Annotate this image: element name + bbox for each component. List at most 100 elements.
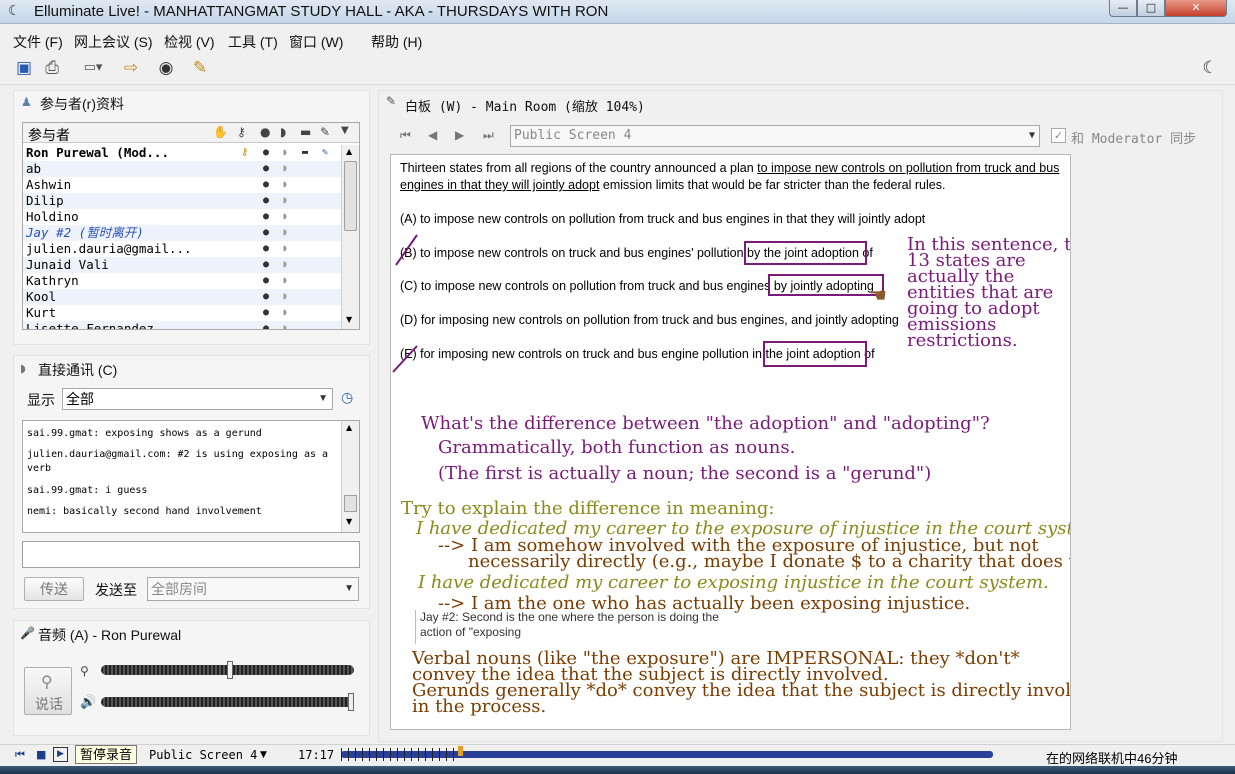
pause-recording-icon[interactable]: ▶ (53, 747, 68, 762)
raise-hand-icon[interactable]: ✋ (213, 125, 228, 139)
side-note-line: restrictions. (907, 330, 1018, 351)
webcam-icon[interactable]: ◉ (154, 56, 178, 80)
profile-icon: ● (263, 275, 270, 286)
participant-row[interactable]: ab ● ◗ (23, 161, 341, 177)
participants-scrollbar[interactable]: ▲ ▼ (341, 145, 359, 329)
close-button[interactable]: ✕ (1165, 0, 1227, 17)
previous-screen-icon[interactable]: ◀ (428, 128, 437, 142)
menu-help[interactable]: 帮助 (H) (371, 32, 422, 52)
participant-row[interactable]: Dilip ● ◗ (23, 193, 341, 209)
example-1-explanation: --> I am somehow involved with the expos… (438, 537, 1070, 571)
pasted-chat-line: action of "exposing (420, 625, 521, 639)
recording-time: 17:17 (298, 748, 335, 762)
participant-row[interactable]: Holdino ● ◗ (23, 209, 341, 225)
chat-icon: ◗ (20, 362, 26, 375)
menu-tools[interactable]: 工具 (T) (228, 32, 278, 52)
pencil-icon: ✎ (386, 94, 397, 108)
next-screen-icon[interactable]: ▶ (455, 128, 464, 142)
show-filter-value: 全部 (66, 391, 94, 407)
first-screen-icon[interactable]: ⏮ (400, 128, 411, 143)
chat-bubble-icon: ◗ (282, 179, 289, 190)
clock-icon[interactable]: ◷ (341, 390, 353, 406)
microphone-volume-slider[interactable] (101, 661, 354, 679)
options-dropdown-icon[interactable]: ▼ (341, 125, 349, 136)
show-filter-label: 显示 (27, 392, 55, 408)
stop-icon[interactable]: ■ (36, 748, 46, 761)
whiteboard-title: 白板 (W) - Main Room (缩放 104%) (405, 100, 645, 115)
show-filter-select[interactable]: 全部 ▼ (62, 388, 333, 410)
participant-name: Jay #2 (暂时离开) (26, 225, 144, 240)
pencil-icon[interactable]: ✎ (320, 125, 330, 139)
participant-row[interactable]: Jay #2 (暂时离开) ● ◗ (23, 225, 341, 241)
moderator-icon[interactable]: ⚷ (237, 125, 246, 139)
participant-row[interactable]: Kurt ● ◗ (23, 305, 341, 321)
rewind-icon[interactable]: ⏮ (15, 748, 25, 762)
menu-view[interactable]: 检视 (V) (164, 32, 215, 52)
menu-file[interactable]: 文件 (F) (13, 32, 63, 52)
notes-icon[interactable]: ✎ (188, 56, 212, 80)
mic-slider-thumb[interactable] (227, 661, 233, 679)
save-icon[interactable]: ▣ (12, 56, 36, 80)
participant-row[interactable]: Kathryn ● ◗ (23, 273, 341, 289)
profile-icon: ● (263, 179, 270, 190)
speaker-slider-thumb[interactable] (348, 693, 354, 711)
participant-name: Ashwin (26, 177, 72, 192)
recording-timeline[interactable] (341, 746, 993, 761)
send-to-value: 全部房间 (151, 581, 207, 597)
participant-name: Lisette Fernandez (26, 321, 154, 330)
chat-bubble-icon: ◗ (282, 163, 289, 174)
menu-session[interactable]: 网上会议 (S) (74, 32, 153, 52)
send-to-select[interactable]: 全部房间 ▼ (147, 577, 359, 601)
maximize-button[interactable]: □ (1137, 0, 1165, 17)
timeline-marker[interactable] (458, 746, 463, 756)
chat-input[interactable] (22, 541, 360, 568)
profile-icon: ● (263, 227, 270, 238)
participants-header-label: 参与者 (28, 127, 70, 143)
toolbar: ▣ ⎙ ▭▾ ⇨ ◉ ✎ ☾ (0, 53, 1235, 85)
profile-icon: ● (263, 147, 270, 158)
participant-row[interactable]: Junaid Vali ● ◗ (23, 257, 341, 273)
participant-name: Junaid Vali (26, 257, 109, 272)
chat-bubble-icon: ◗ (282, 195, 289, 206)
sync-label: 和 Moderator 同步 (1071, 132, 1197, 147)
print-icon[interactable]: ⎙ (40, 56, 64, 80)
sync-checkbox[interactable]: ✓ (1051, 128, 1066, 143)
participant-row[interactable]: Ashwin ● ◗ (23, 177, 341, 193)
screen-dropdown-icon[interactable]: ▼ (260, 750, 267, 760)
timeline-ticks (341, 748, 458, 761)
profile-icon: ● (263, 195, 270, 206)
participant-row[interactable]: Ron Purewal (Mod... ⚷ ● ◗ ▬ ✎ (23, 145, 341, 161)
participant-name: ab (26, 161, 42, 176)
participant-name: Kathryn (26, 273, 79, 288)
chat-bubble-icon[interactable]: ◗ (280, 125, 286, 139)
menu-window[interactable]: 窗口 (W) (289, 32, 343, 52)
participants-icon: ♟ (21, 95, 32, 109)
whiteboard-canvas[interactable]: Thirteen states from all regions of the … (390, 154, 1071, 730)
layout-menu-icon[interactable]: ▭▾ (74, 56, 112, 80)
participant-row[interactable]: Kool ● ◗ (23, 289, 341, 305)
transfer-icon[interactable]: ⇨ (119, 56, 143, 80)
participant-row[interactable]: Lisette Fernandez ● ◗ (23, 321, 341, 330)
minimize-button[interactable]: — (1109, 0, 1137, 17)
send-button[interactable]: 传送 (24, 577, 84, 601)
speaker-icon: 🔊 (80, 695, 97, 710)
pasted-chat-line: Jay #2: Second is the one where the pers… (420, 610, 719, 624)
chat-bubble-icon: ◗ (282, 291, 289, 302)
chat-message: sai.99.gmat: exposing shows as a gerund (27, 428, 262, 439)
moderator-icon: ⚷ (241, 147, 249, 158)
chat-scrollbar[interactable]: ▲ ▼ (341, 421, 359, 532)
speaker-volume-slider[interactable] (101, 693, 354, 711)
chat-bubble-icon: ◗ (282, 243, 289, 254)
participant-name: Kurt (26, 305, 57, 320)
last-screen-icon[interactable]: ⏭ (483, 128, 494, 143)
taskbar (0, 766, 1235, 774)
profile-icon: ● (263, 163, 270, 174)
chat-log[interactable]: sai.99.gmat: exposing shows as a gerund … (22, 420, 360, 533)
participant-row[interactable]: julien.dauria@gmail... ● ◗ (23, 241, 341, 257)
participant-name: Dilip (26, 193, 64, 208)
talk-button[interactable]: ⚲ 说话 (24, 667, 72, 715)
screen-icon[interactable]: ▬ (300, 125, 311, 139)
screen-select[interactable]: Public Screen 4 ▼ (510, 125, 1040, 147)
profile-icon[interactable]: ● (260, 125, 270, 139)
screen-select-value: Public Screen 4 (514, 128, 632, 143)
